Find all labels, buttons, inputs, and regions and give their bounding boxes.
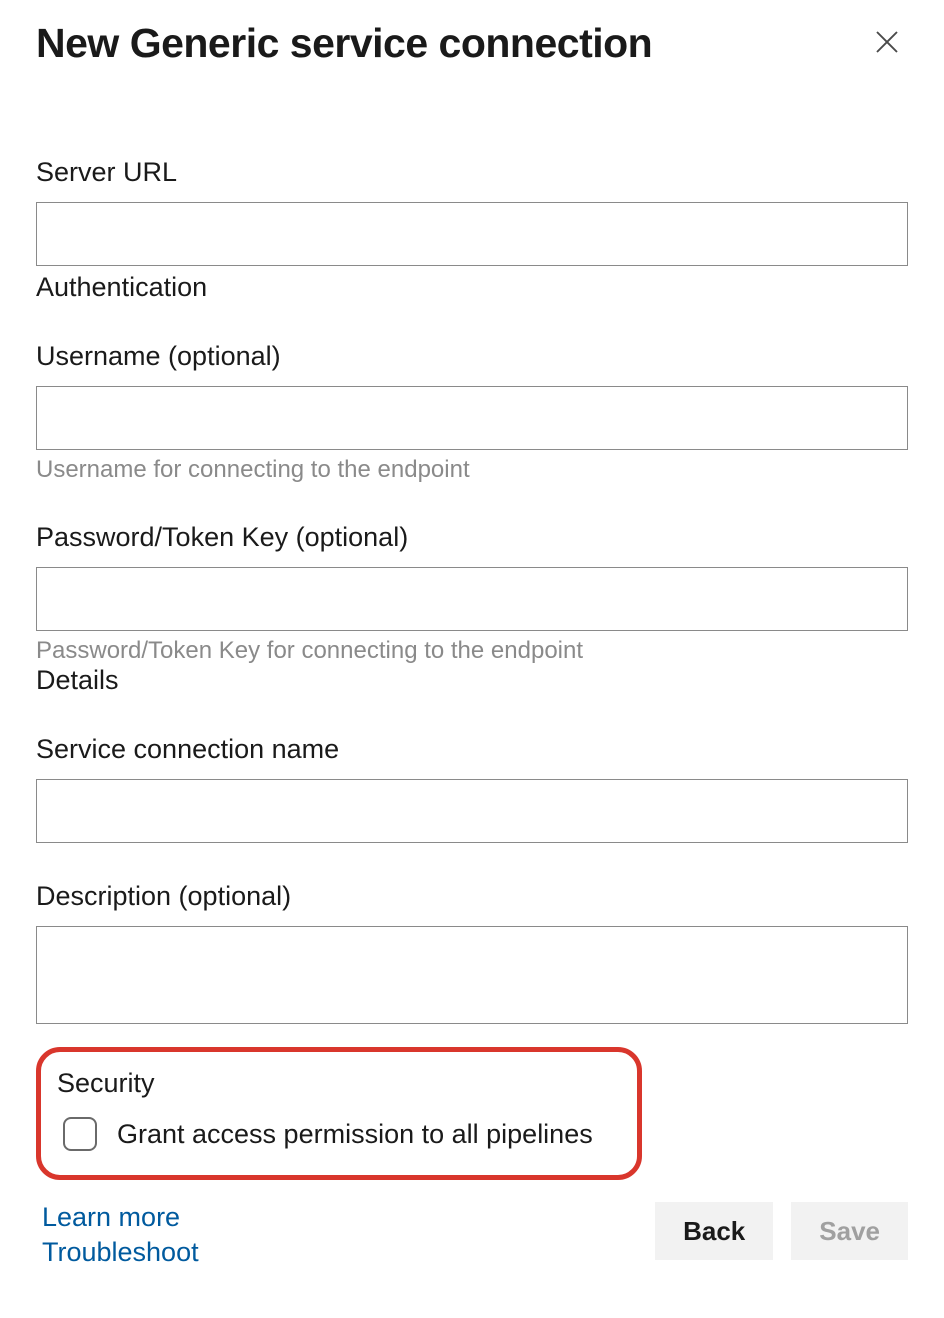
grant-access-row: Grant access permission to all pipelines <box>57 1117 621 1151</box>
description-field-group: Description (optional) <box>36 881 908 1029</box>
password-field-group: Password/Token Key (optional) Password/T… <box>36 522 908 665</box>
description-input[interactable] <box>36 926 908 1024</box>
learn-more-link[interactable]: Learn more <box>42 1202 199 1233</box>
grant-access-label: Grant access permission to all pipelines <box>117 1119 593 1150</box>
dialog-title: New Generic service connection <box>36 20 652 67</box>
server-url-label: Server URL <box>36 157 908 188</box>
footer-buttons: Back Save <box>655 1202 908 1260</box>
details-header: Details <box>36 665 908 696</box>
connection-name-field-group: Service connection name <box>36 734 908 843</box>
troubleshoot-link[interactable]: Troubleshoot <box>42 1237 199 1268</box>
authentication-header: Authentication <box>36 272 908 303</box>
password-help: Password/Token Key for connecting to the… <box>36 637 908 665</box>
security-header: Security <box>57 1068 621 1099</box>
footer-links: Learn more Troubleshoot <box>36 1202 199 1268</box>
back-button[interactable]: Back <box>655 1202 773 1260</box>
close-button[interactable] <box>866 21 908 66</box>
save-button[interactable]: Save <box>791 1202 908 1260</box>
username-field-group: Username (optional) Username for connect… <box>36 341 908 484</box>
password-input[interactable] <box>36 567 908 631</box>
security-section: Security Grant access permission to all … <box>36 1047 642 1180</box>
close-icon <box>872 27 902 57</box>
dialog-footer: Learn more Troubleshoot Back Save <box>36 1202 908 1268</box>
connection-name-input[interactable] <box>36 779 908 843</box>
server-url-input[interactable] <box>36 202 908 266</box>
connection-name-label: Service connection name <box>36 734 908 765</box>
server-url-field-group: Server URL <box>36 157 908 266</box>
dialog-header: New Generic service connection <box>36 20 908 67</box>
description-label: Description (optional) <box>36 881 908 912</box>
grant-access-checkbox[interactable] <box>63 1117 97 1151</box>
username-input[interactable] <box>36 386 908 450</box>
username-label: Username (optional) <box>36 341 908 372</box>
username-help: Username for connecting to the endpoint <box>36 456 908 484</box>
password-label: Password/Token Key (optional) <box>36 522 908 553</box>
